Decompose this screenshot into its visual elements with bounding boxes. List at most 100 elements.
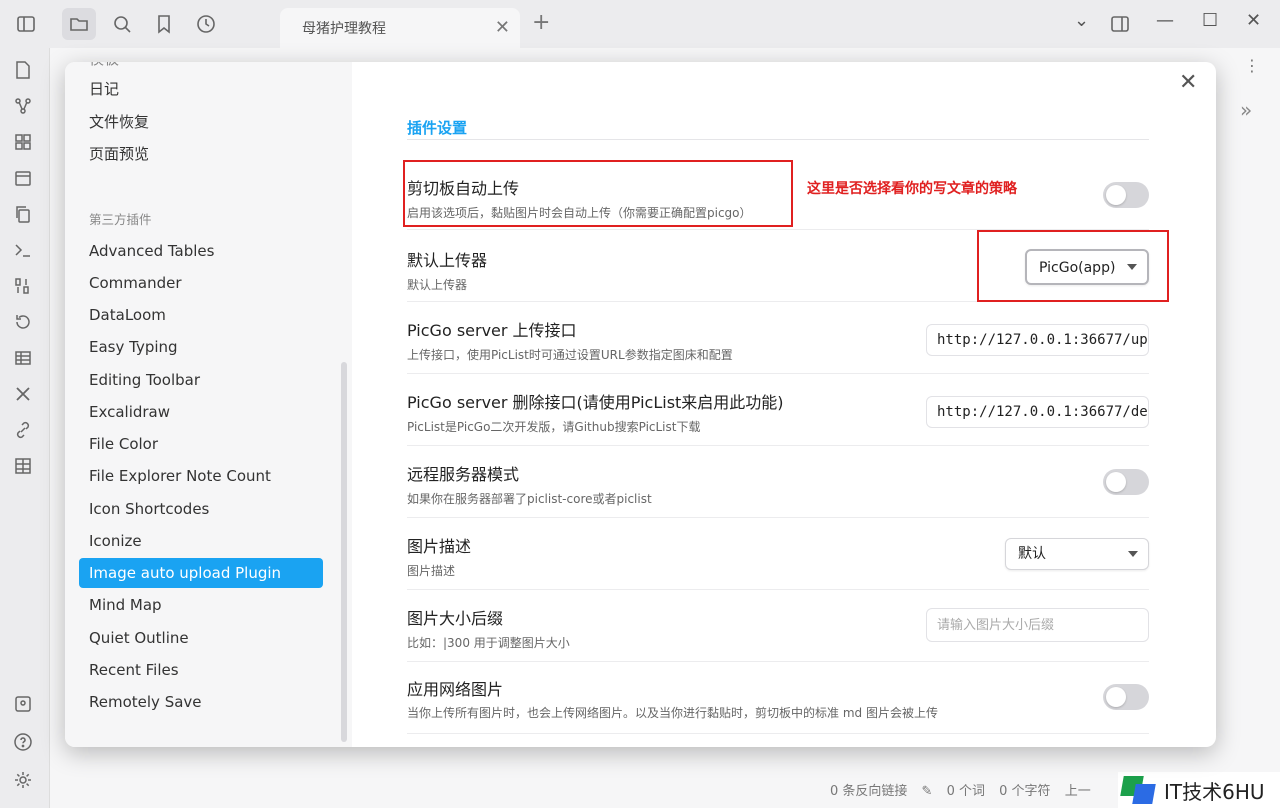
nav-item-page-preview[interactable]: 页面预览 (79, 139, 323, 169)
nav-plugin-item[interactable]: Mind Map (79, 590, 323, 620)
vault-icon[interactable] (13, 694, 37, 718)
nav-plugin-item[interactable]: File Explorer Note Count (79, 461, 323, 491)
tab-close-icon[interactable]: ✕ (495, 17, 510, 38)
settings-modal: 模板 日记 文件恢复 页面预览 第三方插件 Advanced Tables Co… (65, 62, 1216, 747)
nav-section-label: 第三方插件 (89, 212, 152, 227)
char-count: 0 个字符 (999, 784, 1051, 799)
tab-title: 母猪护理教程 (302, 21, 386, 37)
annotation-box-clipboard (403, 160, 793, 227)
nav-item-file-recovery[interactable]: 文件恢复 (79, 107, 323, 137)
remote-server-toggle[interactable] (1103, 469, 1149, 495)
pencil-icon[interactable]: ✎ (922, 784, 933, 799)
heading-divider (407, 139, 1149, 140)
nav-plugin-item[interactable]: Recent Files (79, 655, 323, 685)
settings-nav: 模板 日记 文件恢复 页面预览 第三方插件 Advanced Tables Co… (65, 62, 352, 747)
folder-icon[interactable] (62, 8, 96, 40)
setting-title: 远程服务器模式 (407, 465, 520, 484)
binary-icon[interactable] (13, 276, 37, 300)
delete-api-input[interactable]: http://127.0.0.1:36677/delet (926, 396, 1149, 428)
setting-image-size: 图片大小后缀 比如：|300 用于调整图片大小 (407, 590, 1149, 662)
image-size-input[interactable] (926, 608, 1149, 642)
history-icon[interactable] (13, 312, 37, 336)
setting-title: 图片大小后缀 (407, 609, 504, 628)
search-icon[interactable] (110, 12, 134, 36)
status-more: 上一 (1064, 784, 1091, 799)
tools-icon[interactable] (13, 384, 37, 408)
copy-icon[interactable] (13, 204, 37, 228)
setting-title: PicGo server 上传接口 (407, 321, 577, 340)
maximize-icon[interactable]: ☐ (1202, 10, 1218, 31)
minimize-icon[interactable]: — (1156, 10, 1174, 31)
setting-description: 当你上传所有图片时，也会上传网络图片。以及当你进行黏贴时，剪切板中的标准 md … (407, 706, 938, 720)
setting-description: 如果你在服务器部署了piclist-core或者piclist (407, 492, 652, 506)
ribbon (0, 48, 50, 808)
calendar-icon[interactable] (13, 168, 37, 192)
file-icon[interactable] (13, 60, 37, 84)
nav-plugin-item[interactable]: Iconize (79, 526, 323, 556)
chevron-down-icon (1128, 551, 1138, 557)
chevron-down-icon[interactable]: ⌄ (1074, 10, 1089, 31)
close-icon[interactable]: ✕ (1179, 70, 1197, 95)
nav-plugin-item[interactable]: Advanced Tables (79, 236, 323, 266)
settings-gear-icon[interactable] (13, 770, 37, 794)
nav-plugin-item[interactable]: Icon Shortcodes (79, 494, 323, 524)
window-close-icon[interactable]: ✕ (1246, 10, 1261, 31)
nav-item-templates[interactable]: 模板 (79, 62, 323, 74)
graph-icon[interactable] (13, 96, 37, 120)
nav-plugin-item[interactable]: File Color (79, 429, 323, 459)
backlinks-count[interactable]: 0 条反向链接 (830, 784, 907, 799)
collapse-right-icon[interactable]: » (1240, 98, 1252, 122)
nav-plugin-item[interactable]: Excalidraw (79, 397, 323, 427)
watermark-logo (1120, 776, 1156, 804)
clipboard-upload-toggle[interactable] (1103, 182, 1149, 208)
spreadsheet-icon[interactable] (13, 456, 37, 480)
setting-delete-api: PicGo server 删除接口(请使用PicList来启用此功能) PicL… (407, 374, 1149, 446)
word-count: 0 个词 (946, 784, 985, 799)
table-icon[interactable] (13, 348, 37, 372)
setting-description: 上传接口，使用PicList时可通过设置URL参数指定图床和配置 (407, 348, 733, 362)
nav-plugin-item[interactable]: Easy Typing (79, 332, 323, 362)
help-icon[interactable] (13, 732, 37, 756)
nav-plugin-item[interactable]: DataLoom (79, 300, 323, 330)
setting-network-images: 应用网络图片 当你上传所有图片时，也会上传网络图片。以及当你进行黏贴时，剪切板中… (407, 662, 1149, 734)
setting-title: 默认上传器 (407, 251, 488, 270)
image-desc-select-value: 默认 (1018, 546, 1046, 562)
nav-scrollbar[interactable] (341, 362, 347, 742)
setting-description: 图片描述 (407, 564, 456, 578)
setting-image-desc: 图片描述 图片描述 默认 (407, 518, 1149, 590)
tab-note[interactable]: 母猪护理教程 ✕ (280, 8, 520, 48)
nav-item-daily-notes[interactable]: 日记 (79, 74, 323, 104)
nav-plugin-item[interactable]: Commander (79, 268, 323, 298)
terminal-icon[interactable] (13, 240, 37, 264)
setting-description: 默认上传器 (407, 278, 468, 292)
setting-title: PicGo server 删除接口(请使用PicList来启用此功能) (407, 393, 784, 412)
new-tab-icon[interactable]: + (532, 10, 550, 35)
nav-plugin-item[interactable]: Editing Toolbar (79, 365, 323, 395)
bookmark-icon[interactable] (152, 12, 176, 36)
upload-api-input[interactable]: http://127.0.0.1:36677/uploa (926, 324, 1149, 356)
status-bar: 0 条反向链接 ✎ 0 个词 0 个字符 上一 (830, 780, 1101, 799)
watermark: IT技术6HU (1118, 772, 1280, 808)
network-images-toggle[interactable] (1103, 684, 1149, 710)
section-heading: 插件设置 (407, 119, 468, 137)
annotation-text: 这里是否选择看你的写文章的策略 (807, 181, 1017, 197)
setting-title: 图片描述 (407, 537, 472, 556)
watermark-text: IT技术6HU (1164, 779, 1265, 804)
more-options-icon[interactable]: ⋮ (1244, 56, 1260, 75)
layout-icon[interactable] (1108, 12, 1132, 36)
clock-icon[interactable] (194, 12, 218, 36)
setting-remote-server: 远程服务器模式 如果你在服务器部署了piclist-core或者piclist (407, 446, 1149, 518)
setting-description: 比如：|300 用于调整图片大小 (407, 636, 570, 650)
nav-plugin-item-active[interactable]: Image auto upload Plugin (79, 558, 323, 588)
sidebar-toggle-icon[interactable] (14, 12, 38, 36)
annotation-box-uploader (977, 230, 1169, 302)
nav-plugin-item[interactable]: Remotely Save (79, 687, 323, 717)
title-bar: 母猪护理教程 ✕ + ⌄ — ☐ ✕ (0, 0, 1280, 48)
setting-title: 应用网络图片 (407, 680, 504, 699)
nav-plugin-item[interactable]: Quiet Outline (79, 623, 323, 653)
setting-description: PicList是PicGo二次开发版，请Github搜索PicList下载 (407, 420, 701, 434)
link-icon[interactable] (13, 420, 37, 444)
image-desc-select[interactable]: 默认 (1005, 538, 1149, 570)
grid-icon[interactable] (13, 132, 37, 156)
setting-upload-api: PicGo server 上传接口 上传接口，使用PicList时可通过设置UR… (407, 302, 1149, 374)
